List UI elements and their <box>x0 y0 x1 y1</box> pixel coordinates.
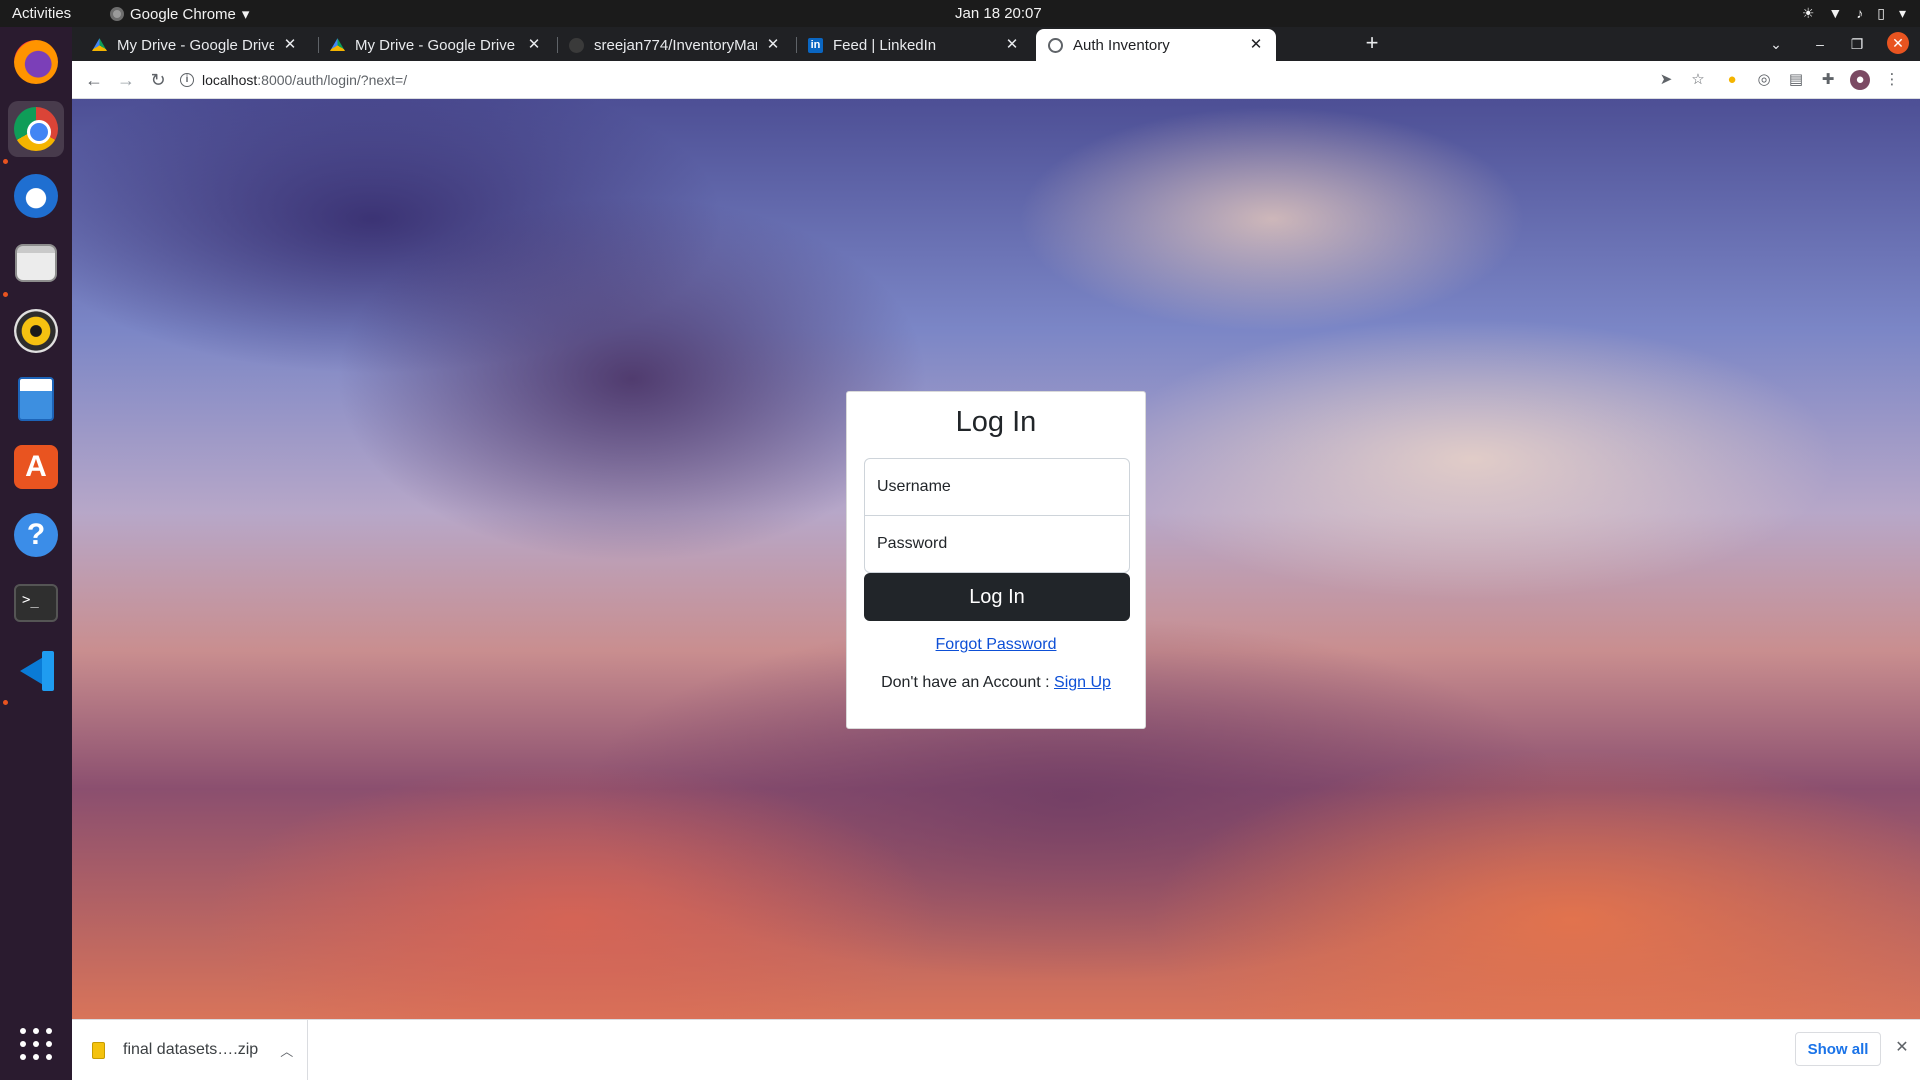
download-item[interactable]: final datasets….zip ︿ <box>72 1020 308 1080</box>
dock-rhythmbox[interactable] <box>8 303 64 359</box>
forgot-password-row: Forgot Password <box>847 636 1145 654</box>
download-shelf: final datasets….zip ︿ Show all ✕ <box>72 1019 1920 1080</box>
new-tab-button[interactable]: + <box>1360 32 1384 56</box>
globe-icon <box>1048 37 1063 53</box>
chevron-up-icon[interactable]: ︿ <box>280 1041 293 1060</box>
tab-github[interactable]: sreejan774/InventoryMan ✕ <box>557 29 793 61</box>
close-icon[interactable]: ✕ <box>765 37 781 53</box>
vscode-icon <box>14 649 58 693</box>
signup-row: Don't have an Account : Sign Up <box>847 674 1145 692</box>
tab-search-icon[interactable]: ⌄ <box>1764 32 1788 56</box>
bookmark-star-icon[interactable]: ☆ <box>1688 70 1708 90</box>
dock-chrome[interactable] <box>8 101 64 157</box>
app-menu[interactable]: Google Chrome ▾ <box>110 5 249 23</box>
linkedin-icon: in <box>808 37 823 53</box>
close-icon[interactable]: ✕ <box>1004 37 1020 53</box>
forgot-password-link[interactable]: Forgot Password <box>936 636 1057 653</box>
dock-help[interactable]: ? <box>8 507 64 563</box>
tab-google-drive-2[interactable]: My Drive - Google Drive ✕ <box>318 29 554 61</box>
close-icon[interactable]: ✕ <box>282 37 298 53</box>
tab-auth-inventory[interactable]: Auth Inventory ✕ <box>1036 29 1276 61</box>
download-file-name: final datasets….zip <box>123 1041 259 1058</box>
window-close-icon[interactable]: ✕ <box>1887 32 1909 54</box>
tab-title: Feed | LinkedIn <box>833 36 937 54</box>
login-card: Log In Log In Forgot Password Don't have… <box>846 391 1146 729</box>
running-indicator <box>3 292 8 297</box>
page-viewport: Log In Log In Forgot Password Don't have… <box>72 99 1920 1019</box>
signup-prompt: Don't have an Account : <box>881 674 1055 691</box>
activities-button[interactable]: Activities <box>12 5 71 22</box>
dock-thunderbird[interactable] <box>8 168 64 224</box>
url-path: :8000/auth/login/?next=/ <box>257 72 408 88</box>
app-menu-label: Google Chrome <box>130 5 236 23</box>
google-drive-icon <box>330 38 345 51</box>
dock-terminal[interactable]: >_ <box>8 575 64 631</box>
files-icon <box>15 244 57 282</box>
password-input[interactable] <box>864 515 1130 573</box>
close-icon[interactable]: ✕ <box>1248 37 1264 53</box>
dock: A ? >_ <box>0 27 72 1080</box>
extension-icon[interactable]: ● <box>1722 70 1742 90</box>
more-menu-icon[interactable]: ⋮ <box>1882 70 1902 90</box>
forward-icon[interactable]: → <box>114 68 138 92</box>
tab-title: Auth Inventory <box>1073 36 1170 54</box>
close-icon[interactable]: ✕ <box>526 37 542 53</box>
site-info-icon[interactable]: i <box>180 73 194 87</box>
battery-icon: ▯ <box>1877 5 1885 21</box>
zip-file-icon <box>92 1041 105 1059</box>
dock-software[interactable]: A <box>8 439 64 495</box>
minimize-icon[interactable]: – <box>1808 32 1832 56</box>
show-all-button[interactable]: Show all <box>1795 1032 1881 1066</box>
back-icon[interactable]: ← <box>82 68 106 92</box>
tab-linkedin[interactable]: in Feed | LinkedIn ✕ <box>796 29 1032 61</box>
tab-title: sreejan774/InventoryMan <box>594 36 757 54</box>
chrome-icon <box>110 7 124 21</box>
reload-icon[interactable]: ↻ <box>146 68 170 92</box>
signup-link[interactable]: Sign Up <box>1054 674 1111 691</box>
extension-icon[interactable]: ▤ <box>1786 70 1806 90</box>
dock-vscode[interactable] <box>8 643 64 699</box>
username-input[interactable] <box>864 458 1130 516</box>
firefox-icon <box>14 40 58 84</box>
software-store-icon: A <box>14 445 58 489</box>
url-host: localhost <box>202 72 258 88</box>
terminal-icon: >_ <box>14 584 58 622</box>
google-drive-icon <box>92 38 107 51</box>
help-icon: ? <box>14 513 58 557</box>
tab-strip: My Drive - Google Drive ✕ My Drive - Goo… <box>72 27 1920 61</box>
running-indicator <box>3 700 8 705</box>
chrome-icon <box>14 107 58 151</box>
address-bar[interactable]: i localhost:8000/auth/login/?next=/ <box>180 66 1680 94</box>
browser-toolbar: ← → ↻ i localhost:8000/auth/login/?next=… <box>72 61 1920 99</box>
profile-avatar[interactable]: ● <box>1850 70 1870 90</box>
caret-down-icon: ▾ <box>241 6 250 23</box>
extensions-puzzle-icon[interactable]: ✚ <box>1818 70 1838 90</box>
thunderbird-icon <box>14 174 58 218</box>
login-button[interactable]: Log In <box>864 573 1130 621</box>
send-icon[interactable]: ➤ <box>1656 70 1676 90</box>
wifi-icon: ▼ <box>1828 5 1843 21</box>
system-tray[interactable]: ☀ ▼ ♪ ▯ ▾ <box>1802 4 1906 22</box>
restore-icon[interactable]: ❐ <box>1845 32 1869 56</box>
tab-google-drive-1[interactable]: My Drive - Google Drive ✕ <box>80 29 310 61</box>
login-title: Log In <box>955 406 1037 438</box>
tab-title: My Drive - Google Drive <box>355 36 516 54</box>
libreoffice-writer-icon <box>18 377 54 421</box>
dock-firefox[interactable] <box>8 34 64 90</box>
tab-title: My Drive - Google Drive <box>117 36 274 54</box>
dock-files[interactable] <box>8 235 64 291</box>
brightness-icon: ☀ <box>1801 5 1815 21</box>
running-indicator <box>3 159 8 164</box>
gnome-top-bar: Activities Google Chrome ▾ Jan 18 20:07 … <box>0 0 1920 27</box>
show-apps-icon[interactable] <box>20 1028 52 1060</box>
volume-icon: ♪ <box>1856 5 1864 21</box>
rhythmbox-icon <box>14 309 58 353</box>
dock-writer[interactable] <box>8 371 64 427</box>
github-icon <box>569 37 584 53</box>
caret-down-icon: ▾ <box>1898 5 1906 21</box>
extension-icon[interactable]: ◎ <box>1754 70 1774 90</box>
close-icon[interactable]: ✕ <box>1892 1038 1912 1058</box>
clock[interactable]: Jan 18 20:07 <box>955 5 1042 22</box>
